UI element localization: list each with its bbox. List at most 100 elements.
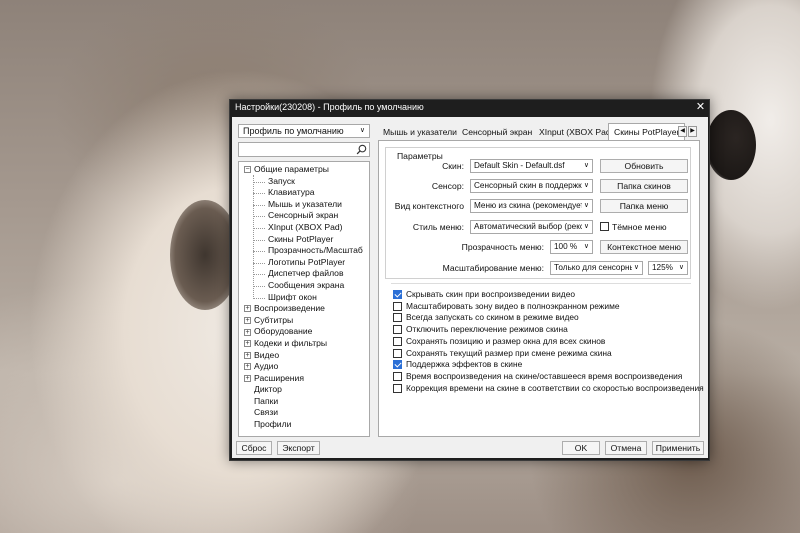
option-checkbox[interactable] <box>393 290 402 299</box>
window-title: Настройки(230208) - Профиль по умолчанию <box>235 102 424 112</box>
sensor-select-value: Сенсорный скин в поддержке <box>474 181 587 190</box>
expand-icon[interactable]: + <box>244 351 251 359</box>
apply-button[interactable]: Применить <box>652 441 704 455</box>
tree-item[interactable]: − Общие параметры <box>239 164 369 176</box>
tree-item[interactable]: Шрифт окон <box>239 292 369 304</box>
menu-scale-mode-value: Только для сенсорны <box>554 263 636 272</box>
tree-item[interactable]: Клавиатура <box>239 187 369 199</box>
profile-select[interactable]: Профиль по умолчанию ∨ <box>238 124 370 138</box>
menu-opacity-select[interactable]: 100 % ∨ <box>550 240 593 254</box>
tree-item-label: Кодеки и фильтры <box>254 337 328 348</box>
option-checkbox[interactable] <box>393 371 402 381</box>
tree-item[interactable]: + Видео <box>239 350 369 362</box>
tree-item-label: Диспетчер файлов <box>268 268 344 279</box>
tree-item[interactable]: + Оборудование <box>239 326 369 338</box>
tab-mouse[interactable]: Мышь и указатели <box>383 125 457 140</box>
tab-potplayer-skins[interactable]: Скины PotPlayer <box>608 123 686 140</box>
skin-select[interactable]: Default Skin - Default.dsf ∨ <box>470 159 593 173</box>
expand-icon[interactable]: + <box>244 328 251 336</box>
tree-item-label: Диктор <box>254 384 282 395</box>
tree-item[interactable]: Сообщения экрана <box>239 280 369 292</box>
tree-item-label: Мышь и указатели <box>268 198 342 209</box>
menu-opacity-value: 100 % <box>554 242 578 251</box>
option-checkbox[interactable] <box>393 301 402 311</box>
tree-item-label: Запуск <box>268 175 295 186</box>
option-checkbox[interactable] <box>393 313 402 323</box>
expand-icon[interactable]: + <box>244 340 251 348</box>
window-titlebar[interactable]: Настройки(230208) - Профиль по умолчанию… <box>230 100 709 115</box>
option-checkbox[interactable] <box>393 325 402 335</box>
tab-xinput[interactable]: XInput (XBOX Pad) <box>539 125 614 140</box>
search-input[interactable] <box>238 142 370 157</box>
tree-item[interactable]: Связи <box>239 407 369 419</box>
tree-item-label: XInput (XBOX Pad) <box>268 221 343 232</box>
skin-label: Скин: <box>442 161 464 171</box>
tree-item[interactable]: + Субтитры <box>239 315 369 327</box>
expand-icon[interactable]: + <box>244 316 251 324</box>
export-button[interactable]: Экспорт <box>277 441 320 455</box>
cancel-button[interactable]: Отмена <box>605 441 647 455</box>
tree-item[interactable]: Диктор <box>239 384 369 396</box>
sensor-select[interactable]: Сенсорный скин в поддержке ∨ <box>470 179 593 193</box>
options-separator <box>391 283 691 284</box>
tree-item[interactable]: Запуск <box>239 176 369 188</box>
chevron-down-icon: ∨ <box>676 262 684 274</box>
tree-item[interactable]: XInput (XBOX Pad) <box>239 222 369 234</box>
settings-tree[interactable]: − Общие параметры Запуск Клавиатура Мышь и у… <box>238 161 370 437</box>
tree-item[interactable]: + Расширения <box>239 373 369 385</box>
option-checkbox[interactable] <box>393 348 402 358</box>
tree-item-label: Субтитры <box>254 314 294 325</box>
tree-item[interactable]: Профили <box>239 419 369 431</box>
expand-icon[interactable]: + <box>244 363 251 371</box>
tree-item[interactable]: Мышь и указатели <box>239 199 369 211</box>
tree-item[interactable]: + Воспроизведение <box>239 303 369 315</box>
tree-item[interactable]: Папки <box>239 396 369 408</box>
menu-scale-value: 125% <box>652 263 673 272</box>
ok-button[interactable]: OK <box>562 441 600 455</box>
tab-touchscreen[interactable]: Сенсорный экран <box>462 125 532 140</box>
params-group: Параметры Скин: Default Skin - Default.d… <box>385 147 691 279</box>
option-label: Время воспроизведения на скине/оставшеес… <box>406 370 683 381</box>
menu-style-select[interactable]: Автоматический выбор (рекс ∨ <box>470 220 593 234</box>
context-menu-button[interactable]: Контекстное меню <box>600 240 688 254</box>
context-view-select[interactable]: Меню из скина (рекомендует ∨ <box>470 199 593 213</box>
option-label: Отключить переключение режимов скина <box>406 324 568 335</box>
preferences-window: Настройки(230208) - Профиль по умолчанию… <box>229 99 710 461</box>
tree-item-label: Оборудование <box>254 326 313 337</box>
search-icon[interactable] <box>356 144 367 155</box>
tree-item[interactable]: Сенсорный экран <box>239 210 369 222</box>
tree-item-label: Аудио <box>254 361 279 372</box>
tree-item[interactable]: + Аудио <box>239 361 369 373</box>
option-checkbox[interactable] <box>393 383 402 393</box>
tree-item[interactable]: Диспетчер файлов <box>239 268 369 280</box>
tab-scroll-right-icon[interactable]: ▶ <box>688 126 697 137</box>
option-label: Сохранять текущий размер при смене режим… <box>406 347 612 358</box>
tree-item[interactable]: + Кодеки и фильтры <box>239 338 369 350</box>
reset-button[interactable]: Сброс <box>236 441 272 455</box>
expand-icon[interactable]: + <box>244 305 251 313</box>
option-checkbox[interactable] <box>393 336 402 346</box>
tab-scroll-left-icon[interactable]: ◀ <box>678 126 687 137</box>
tree-item[interactable]: Логотипы PotPlayer <box>239 257 369 269</box>
tree-item-label: Связи <box>254 407 279 418</box>
tree-item[interactable]: Скины PotPlayer <box>239 234 369 246</box>
option-label: Масштабировать зону видео в полноэкранно… <box>406 300 620 311</box>
chevron-down-icon: ∨ <box>581 221 589 233</box>
dark-menu-label: Тёмное меню <box>612 222 667 232</box>
expand-icon[interactable]: + <box>244 374 251 382</box>
refresh-button[interactable]: Обновить <box>600 159 688 173</box>
menu-folder-button[interactable]: Папка меню <box>600 199 688 213</box>
menu-scale-value-select[interactable]: 125% ∨ <box>648 261 688 275</box>
option-checkbox[interactable] <box>393 360 402 370</box>
chevron-down-icon: ∨ <box>581 200 589 212</box>
option-label: Поддержка эффектов в скине <box>406 359 523 370</box>
skins-folder-button[interactable]: Папка скинов <box>600 179 688 193</box>
close-icon[interactable]: ✕ <box>694 101 707 114</box>
collapse-icon[interactable]: − <box>244 166 251 174</box>
tree-item-label: Профили <box>254 419 292 430</box>
tree-item[interactable]: Прозрачность/Масштаб <box>239 245 369 257</box>
menu-scale-mode-select[interactable]: Только для сенсорны ∨ <box>550 261 643 275</box>
dark-menu-checkbox[interactable] <box>600 222 609 231</box>
dialog-body: Профиль по умолчанию ∨ − Общие параметры З… <box>232 117 708 458</box>
menu-opacity-label: Прозрачность меню: <box>461 242 544 252</box>
